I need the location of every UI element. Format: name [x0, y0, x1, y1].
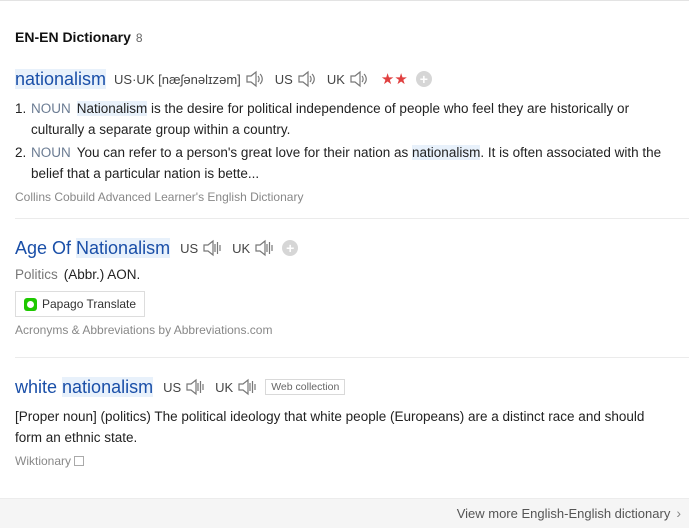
plus-icon[interactable]: + — [415, 71, 432, 87]
speaker-icon[interactable] — [237, 378, 257, 396]
us-label: US — [274, 71, 293, 87]
definition-text: [Proper noun] (politics) The political i… — [15, 409, 645, 445]
view-more-link[interactable]: View more English-English dictionary › — [457, 505, 681, 521]
plus-icon[interactable]: + — [282, 240, 299, 256]
headword-link[interactable]: Age Of Nationalism — [15, 237, 171, 259]
external-box-icon — [74, 456, 85, 466]
domain-tag: Politics — [15, 267, 58, 282]
us-label: US — [180, 240, 199, 256]
web-collection-tag: Web collection — [265, 379, 346, 395]
divider — [15, 357, 689, 358]
part-of-speech: NOUN — [31, 145, 71, 160]
papago-icon — [24, 297, 37, 311]
abbreviation-definition: Politics (Abbr.) AON. — [15, 267, 141, 282]
speaker-icon[interactable] — [349, 70, 369, 88]
speaker-icon[interactable] — [245, 70, 265, 88]
frequency-stars: ★★ — [380, 71, 408, 88]
source-credit: Acronyms & Abbreviations by Abbreviation… — [15, 323, 273, 337]
phonetic: US·UK [næʃənəlɪzəm] — [114, 71, 241, 87]
papago-translate-button[interactable]: Papago Translate — [15, 291, 146, 317]
definition-item: 1. NOUN Nationalism is the desire for pol… — [15, 101, 630, 137]
uk-label: UK — [326, 71, 345, 87]
divider — [15, 218, 689, 219]
us-label: US — [163, 379, 182, 395]
speaker-icon[interactable] — [254, 239, 274, 257]
speaker-icon[interactable] — [185, 378, 205, 396]
part-of-speech: NOUN — [31, 101, 71, 116]
result-count: 8 — [135, 31, 143, 45]
entry-nationalism: nationalism US·UK [næʃənəlɪzəm] US UK ★★… — [15, 66, 689, 204]
entry-age-of-nationalism: Age Of Nationalism US UK + Politics (Abbr… — [15, 235, 689, 337]
footer-bar: View more English-English dictionary › — [0, 498, 689, 528]
chevron-right-icon: › — [676, 505, 681, 521]
speaker-icon[interactable] — [297, 70, 317, 88]
headword-link[interactable]: nationalism — [15, 68, 107, 90]
definition-item: 2. NOUN You can refer to a person's great… — [15, 145, 662, 181]
top-border — [0, 0, 689, 1]
source-credit: Collins Cobuild Advanced Learner's Engli… — [15, 190, 304, 204]
dictionary-header: EN-EN Dictionary 8 — [15, 29, 143, 45]
source-credit[interactable]: Wiktionary — [15, 454, 689, 468]
dictionary-title: EN-EN Dictionary — [15, 29, 131, 45]
uk-label: UK — [215, 379, 234, 395]
uk-label: UK — [232, 240, 251, 256]
entry-white-nationalism: white nationalism US UK Web collection [… — [15, 374, 689, 468]
headword-link[interactable]: white nationalism — [15, 376, 154, 398]
speaker-icon[interactable] — [202, 239, 222, 257]
